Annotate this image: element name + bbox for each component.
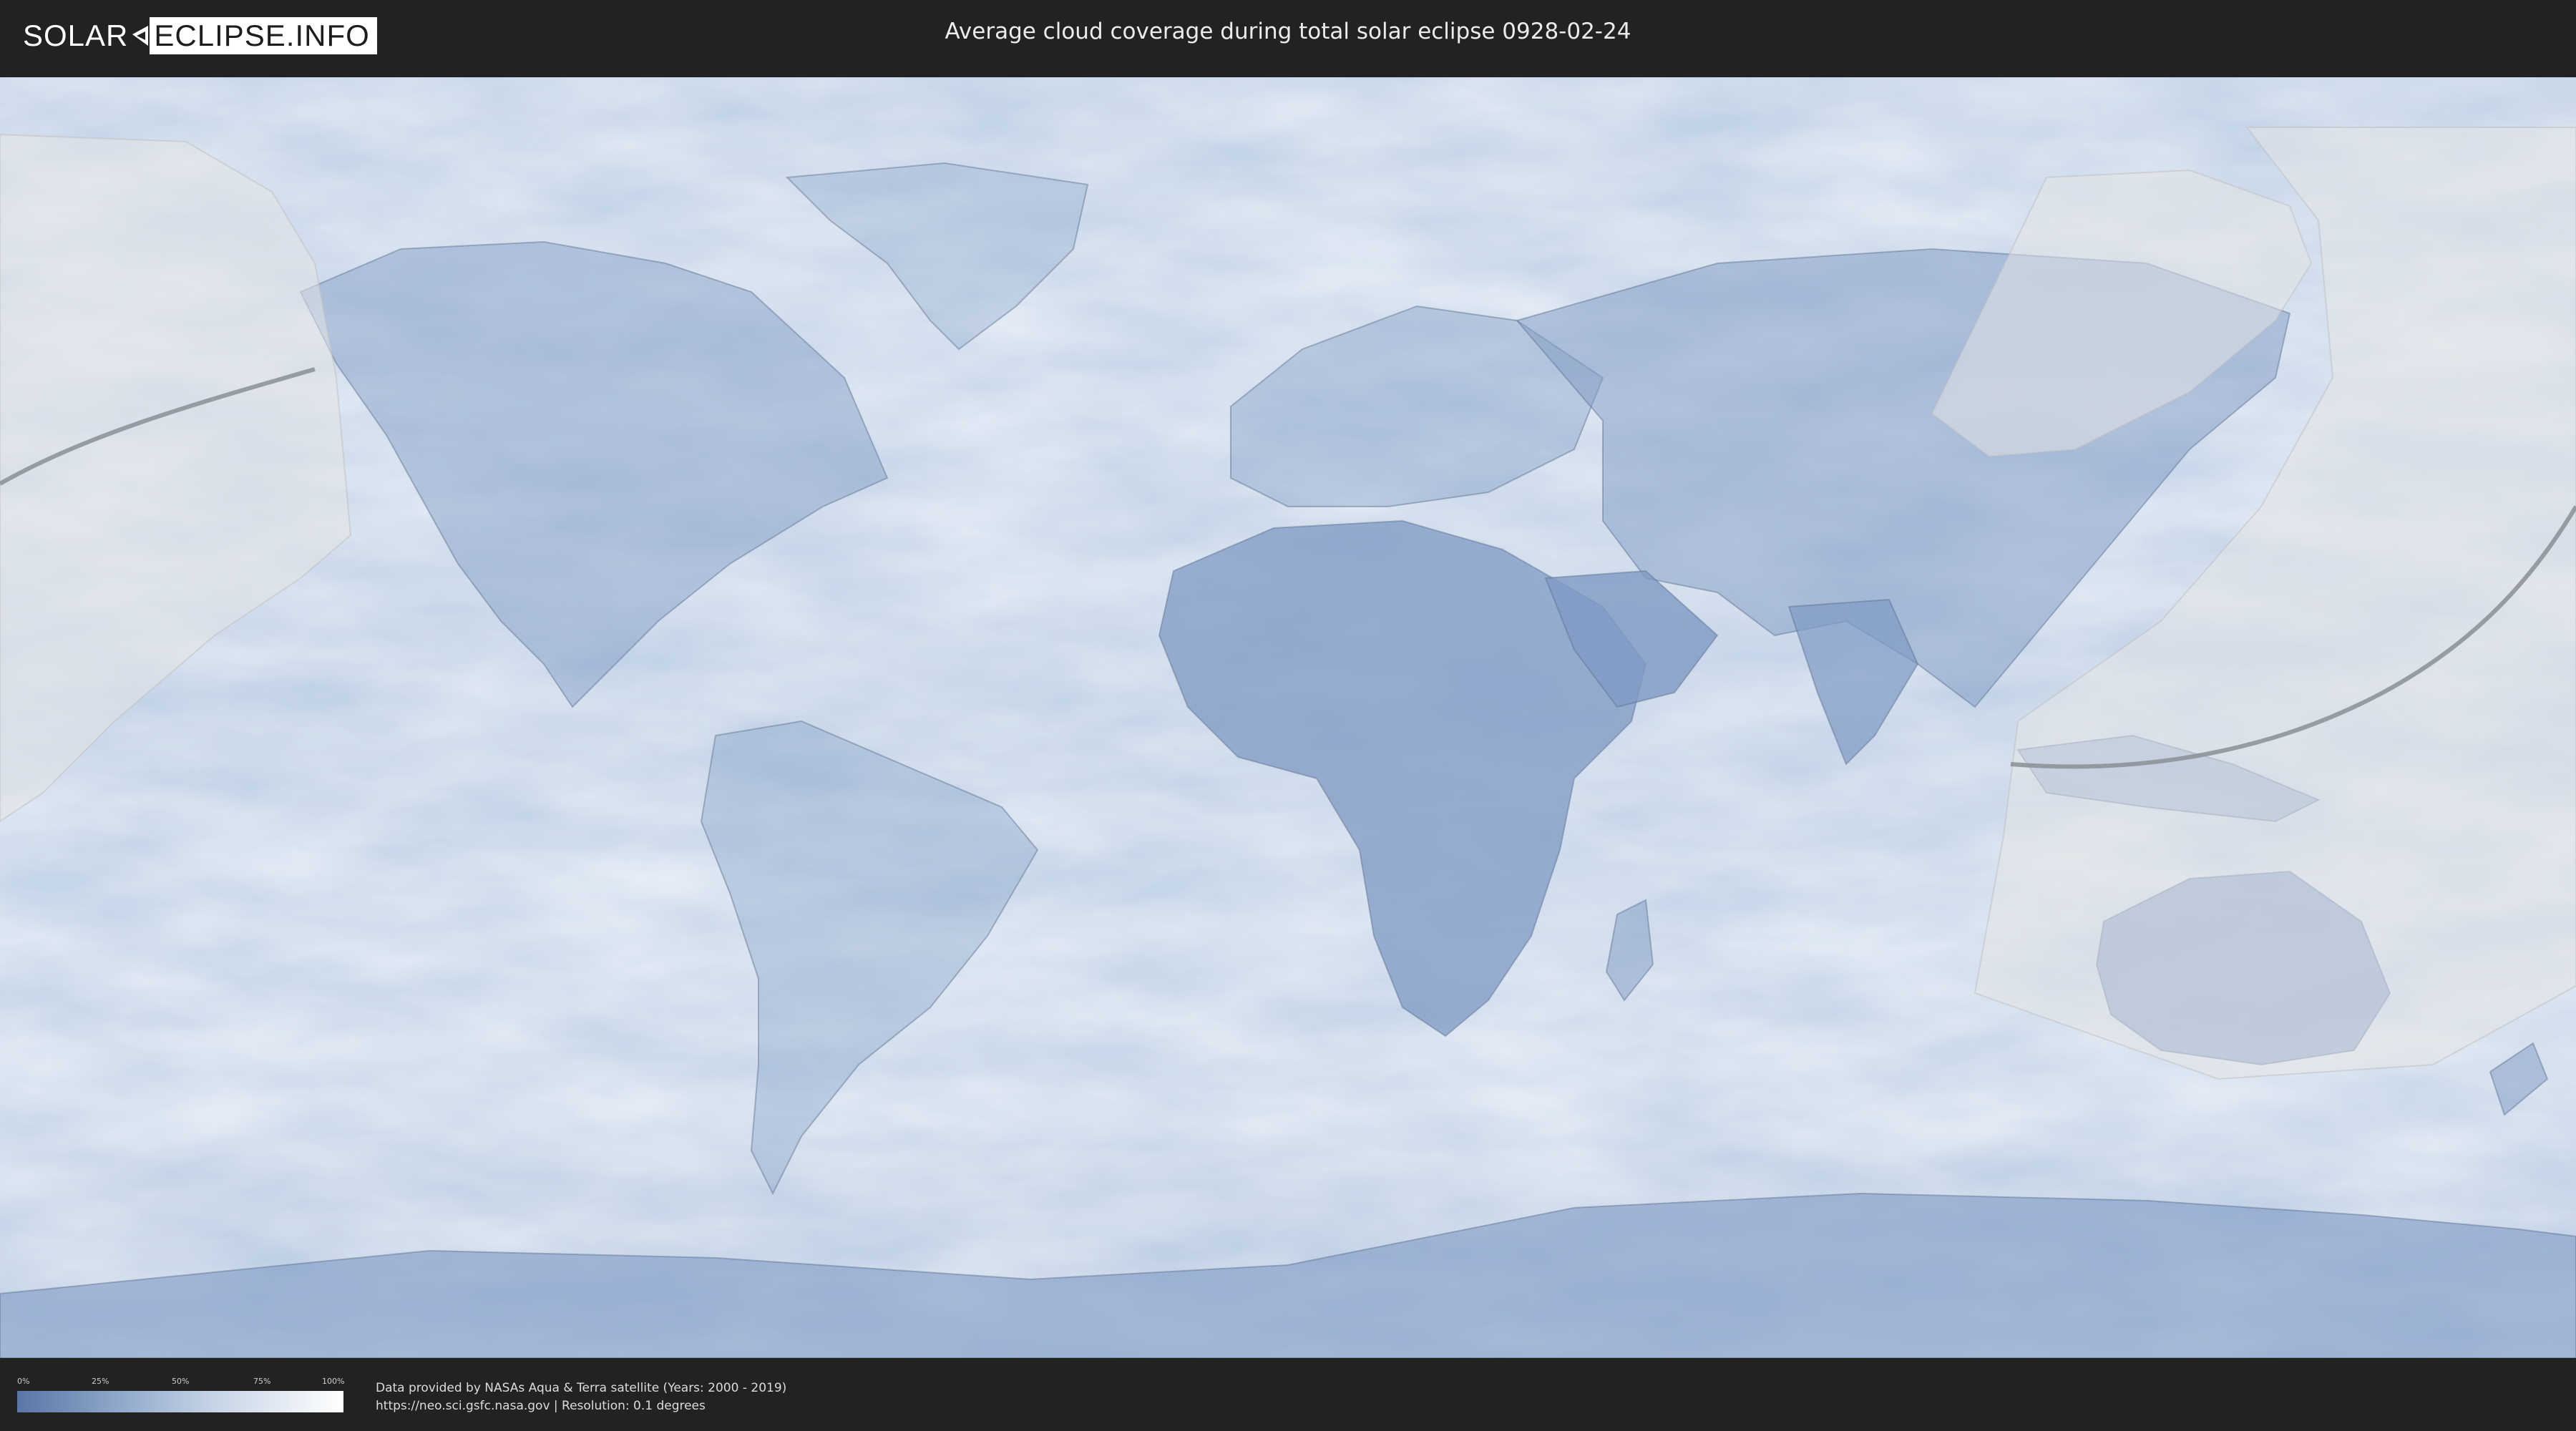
page-title: Average cloud coverage during total sola… (945, 19, 1631, 44)
legend-tick-50: 50% (172, 1377, 190, 1386)
credits-line-url: https://neo.sci.gsfc.nasa.gov | Resoluti… (376, 1399, 706, 1413)
legend-color-bar (17, 1391, 343, 1412)
header-bar: SOLAR ECLIPSE.INFO Average cloud coverag… (0, 0, 2576, 72)
credits-line-source: Data provided by NASAs Aqua & Terra sate… (376, 1381, 787, 1395)
footer-bar: 0% 25% 50% 75% 100% Data provided by NAS… (0, 1359, 2576, 1431)
legend-tick-75: 75% (253, 1377, 271, 1386)
legend-tick-0: 0% (17, 1377, 30, 1386)
world-map-svg (0, 77, 2576, 1358)
legend-tick-25: 25% (92, 1377, 109, 1386)
legend-tick-100: 100% (322, 1377, 345, 1386)
cloud-coverage-legend: 0% 25% 50% 75% 100% (17, 1377, 345, 1415)
data-credits: Data provided by NASAs Aqua & Terra sate… (376, 1379, 786, 1415)
cloud-coverage-map[interactable] (0, 77, 2576, 1358)
